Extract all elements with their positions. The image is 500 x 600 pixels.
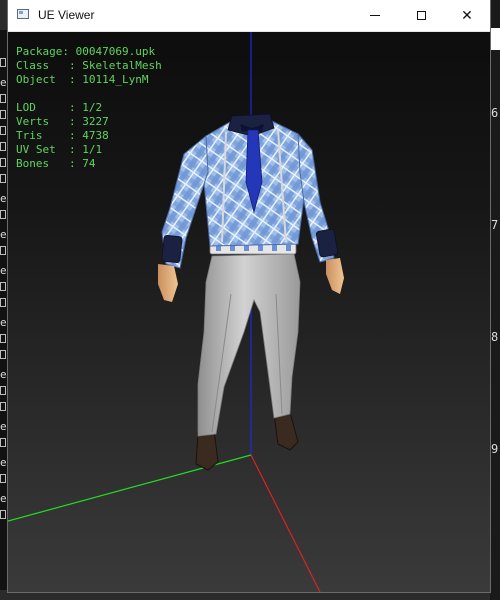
- close-button[interactable]: ✕: [444, 0, 490, 31]
- bg-checkbox: [0, 386, 6, 395]
- ue-viewer-window: UE Viewer ✕ Package: 00047069.upk Class …: [8, 0, 490, 592]
- mesh-info-overlay: Package: 00047069.upk Class : SkeletalMe…: [16, 45, 162, 171]
- x-axis-line: [250, 454, 321, 592]
- bg-checkbox: [0, 402, 6, 411]
- bg-checkbox: [0, 94, 6, 103]
- 3d-viewport[interactable]: Package: 00047069.upk Class : SkeletalMe…: [8, 32, 490, 592]
- info-uvset: UV Set : 1/1: [16, 143, 103, 156]
- bg-checkbox: [0, 158, 6, 167]
- bg-checkbox: [0, 282, 6, 291]
- info-lod: LOD : 1/2: [16, 101, 103, 114]
- bg-number: 8: [491, 330, 499, 344]
- background-right-strip: 6 7 8 9: [490, 0, 500, 600]
- bg-letter: e: [0, 316, 7, 329]
- bg-letter: e: [0, 76, 7, 89]
- bg-checkbox: [0, 510, 6, 519]
- bg-checkbox: [0, 174, 6, 183]
- maximize-button[interactable]: [398, 0, 444, 31]
- bg-letter: e: [0, 228, 7, 241]
- bg-checkbox: [0, 298, 6, 307]
- bg-number: 7: [491, 218, 499, 232]
- bg-checkbox: [0, 58, 6, 67]
- info-object: Object : 10114_LynM: [16, 73, 149, 86]
- minimize-button[interactable]: [352, 0, 398, 31]
- bg-checkbox: [0, 350, 6, 359]
- bg-checkbox: [0, 246, 6, 255]
- app-window-icon: [17, 9, 29, 19]
- bg-letter: e: [0, 456, 7, 469]
- bg-letter: e: [0, 420, 7, 433]
- info-tris: Tris : 4738: [16, 129, 109, 142]
- bg-panel: [490, 28, 500, 50]
- bg-checkbox: [0, 474, 6, 483]
- info-class: Class : SkeletalMesh: [16, 59, 162, 72]
- window-title: UE Viewer: [38, 8, 95, 22]
- bg-number: 6: [491, 106, 499, 120]
- minimize-icon: [370, 15, 380, 16]
- bg-number: 9: [491, 442, 499, 456]
- info-package: Package: 00047069.upk: [16, 45, 156, 58]
- maximize-icon: [416, 11, 426, 20]
- bg-checkbox: [0, 210, 6, 219]
- close-icon: ✕: [461, 7, 473, 24]
- info-bones: Bones : 74: [16, 157, 96, 170]
- bg-checkbox: [0, 126, 6, 135]
- bg-letter: e: [0, 264, 7, 277]
- bg-checkbox: [0, 142, 6, 151]
- bg-checkbox: [0, 110, 6, 119]
- title-bar[interactable]: UE Viewer ✕: [8, 0, 490, 32]
- bg-letter: e: [0, 368, 7, 381]
- bg-letter: e: [0, 192, 7, 205]
- bg-letter: e: [0, 492, 7, 505]
- background-left-strip: e e e e e e e e e: [0, 30, 8, 590]
- bg-checkbox: [0, 438, 6, 447]
- bg-checkbox: [0, 334, 6, 343]
- info-verts: Verts : 3227: [16, 115, 109, 128]
